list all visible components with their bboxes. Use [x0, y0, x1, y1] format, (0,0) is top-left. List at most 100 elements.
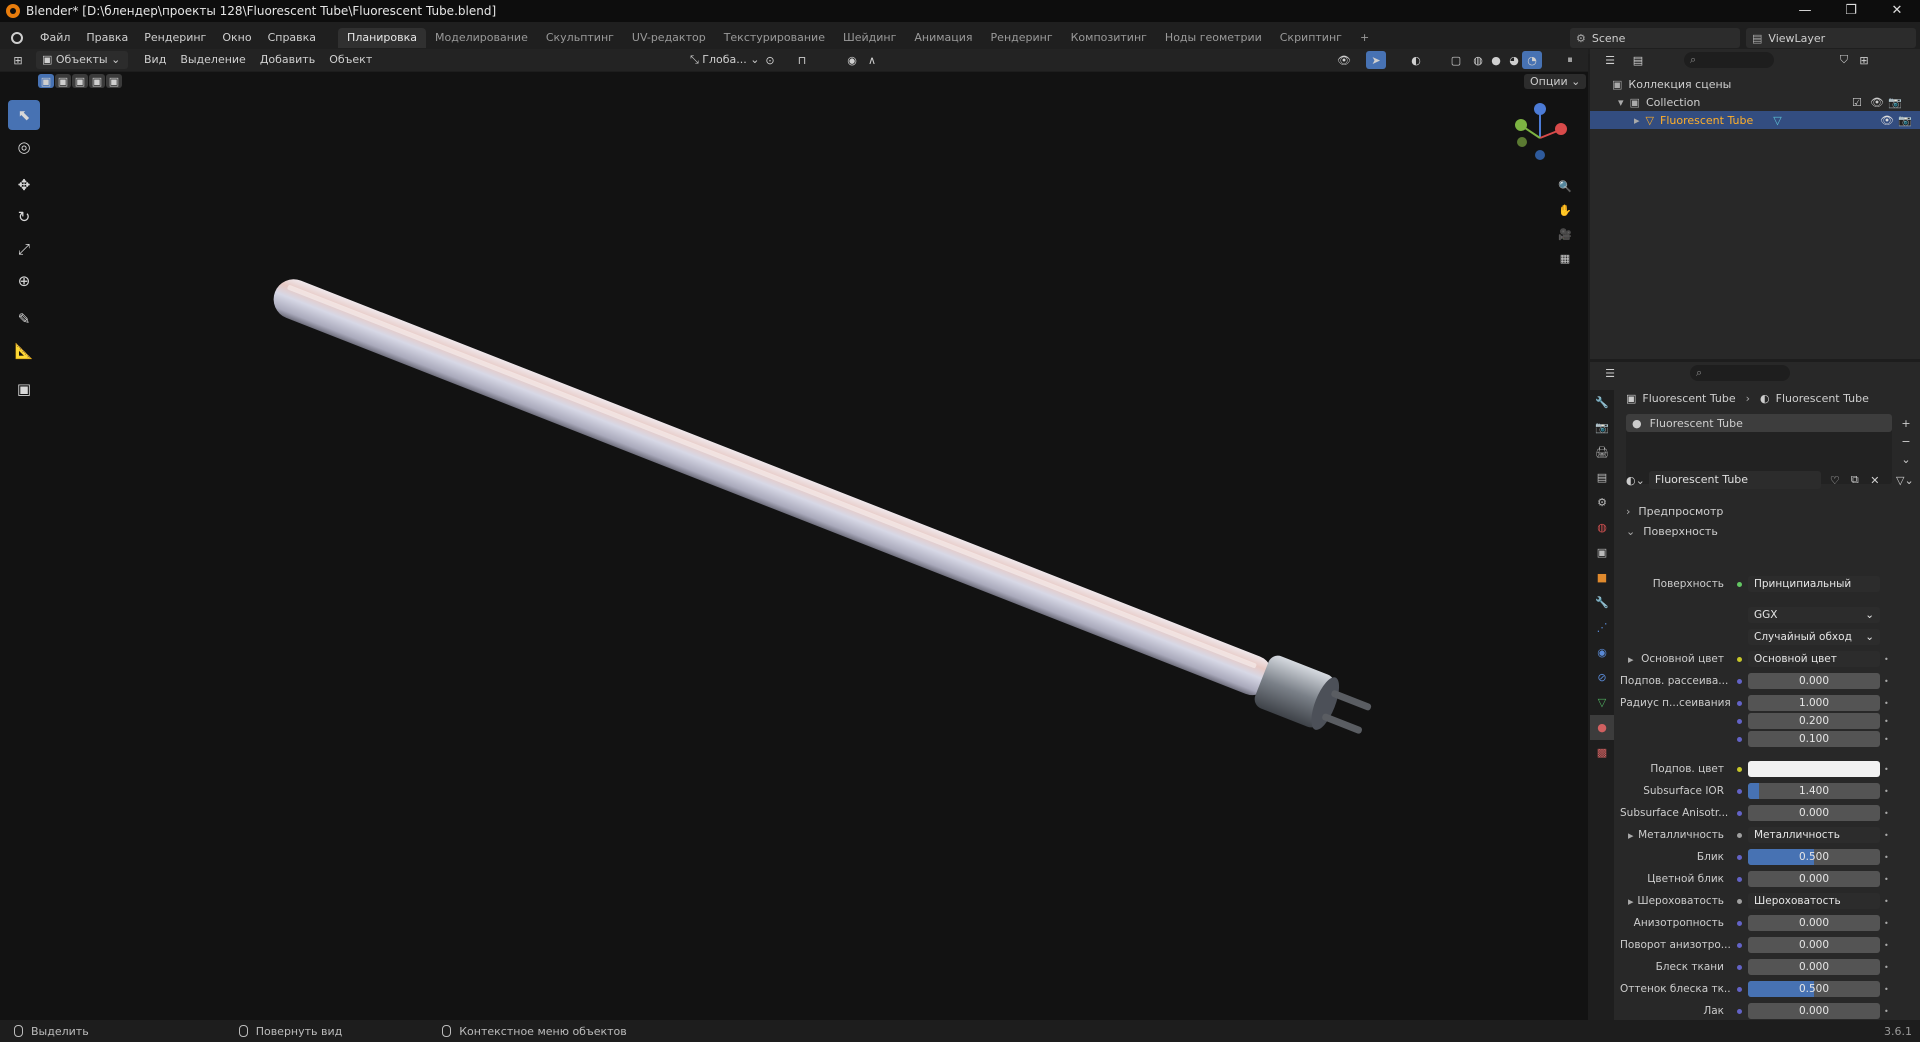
object-tab-icon[interactable]: ■: [1590, 565, 1614, 590]
mode-selector[interactable]: ▣ Объекты ⌄: [36, 51, 128, 69]
menu-render[interactable]: Рендеринг: [136, 29, 214, 47]
camera-view-icon[interactable]: 🎥: [1555, 225, 1575, 243]
output-tab-icon[interactable]: 🖨: [1590, 440, 1614, 465]
new-collection-icon[interactable]: ⊞: [1854, 51, 1874, 69]
pause-render-icon[interactable]: ⏸: [1560, 51, 1580, 69]
pan-hand-icon[interactable]: ✋: [1555, 201, 1575, 219]
breadcrumb-material[interactable]: Fluorescent Tube: [1776, 392, 1869, 405]
menu-view[interactable]: Вид: [138, 51, 172, 69]
navigation-gizmo[interactable]: [1510, 100, 1570, 170]
keyframe-dot-icon[interactable]: •: [1884, 717, 1892, 726]
value-slider[interactable]: 0.000: [1748, 937, 1880, 953]
keyframe-dot-icon[interactable]: •: [1884, 831, 1892, 840]
maximize-button[interactable]: ❐: [1828, 0, 1874, 22]
object-eye-icon[interactable]: 👁: [1880, 114, 1894, 127]
view-layer-selector[interactable]: ▤ ViewLayer: [1746, 28, 1916, 48]
value-slider[interactable]: 0.200: [1748, 713, 1880, 729]
breadcrumb-object[interactable]: Fluorescent Tube: [1642, 392, 1735, 405]
socket-icon[interactable]: [1734, 896, 1744, 906]
outliner-row-fluorescent-tube[interactable]: ▸ ▽ Fluorescent Tube ▽ 👁 📷: [1590, 111, 1920, 129]
tab-compositing[interactable]: Композитинг: [1062, 28, 1156, 48]
keyframe-dot-icon[interactable]: •: [1884, 919, 1892, 928]
add-cube-tool-icon[interactable]: ▣: [8, 374, 40, 404]
tab-layout[interactable]: Планировка: [338, 28, 427, 48]
socket-icon[interactable]: [1734, 874, 1744, 884]
keyframe-dot-icon[interactable]: •: [1884, 941, 1892, 950]
object-camera-icon[interactable]: 📷: [1898, 114, 1912, 127]
render-tab-icon[interactable]: 📷: [1590, 415, 1614, 440]
cursor-tool-icon[interactable]: ◎: [8, 132, 40, 162]
socket-icon[interactable]: [1734, 654, 1744, 664]
proportional-edit-icon[interactable]: ◉: [842, 51, 862, 69]
rotate-tool-icon[interactable]: ↻: [8, 202, 40, 232]
socket-icon[interactable]: [1734, 716, 1744, 726]
value-slider[interactable]: 0.000: [1748, 805, 1880, 821]
socket-icon[interactable]: [1734, 676, 1744, 686]
scene-selector[interactable]: ⚙ Scene: [1570, 28, 1740, 48]
keyframe-dot-icon[interactable]: •: [1884, 735, 1892, 744]
keyframe-dot-icon[interactable]: •: [1884, 765, 1892, 774]
duplicate-material-icon[interactable]: ⧉: [1845, 471, 1865, 489]
world-tab-icon[interactable]: ◍: [1590, 515, 1614, 540]
value-slider[interactable]: 0.000: [1748, 673, 1880, 689]
gizmo-z-icon[interactable]: [1534, 103, 1546, 115]
keyframe-dot-icon[interactable]: •: [1884, 1007, 1892, 1016]
fake-user-icon[interactable]: ♡: [1825, 471, 1845, 489]
transform-tool-icon[interactable]: ⊕: [8, 266, 40, 296]
value-slider[interactable]: 1.400: [1748, 783, 1880, 799]
remove-slot-icon[interactable]: −: [1896, 432, 1916, 450]
keyframe-dot-icon[interactable]: •: [1884, 809, 1892, 818]
keyframe-dot-icon[interactable]: •: [1884, 677, 1892, 686]
outliner-row-collection[interactable]: ▾ ▣ Collection ☑ 👁 📷: [1618, 93, 1920, 111]
transform-orientation-dropdown[interactable]: ⤡ Глоба... ⌄: [684, 51, 766, 69]
overlays-icon[interactable]: ◐: [1406, 51, 1426, 69]
snap-icon[interactable]: ⊓: [792, 51, 812, 69]
outliner-row-scene-collection[interactable]: ▣ Коллекция сцены: [1612, 75, 1731, 93]
menu-add[interactable]: Добавить: [254, 51, 321, 69]
keyframe-dot-icon[interactable]: •: [1884, 655, 1892, 664]
value-slider[interactable]: 0.000: [1748, 1003, 1880, 1019]
expand-link-icon[interactable]: ▸: [1628, 829, 1634, 842]
distribution-dropdown[interactable]: GGX ⌄: [1748, 607, 1880, 623]
properties-search-field[interactable]: ⌕: [1690, 365, 1790, 381]
material-slot-row[interactable]: ● Fluorescent Tube: [1626, 414, 1892, 432]
particles-tab-icon[interactable]: ⋰: [1590, 615, 1614, 640]
unlink-material-icon[interactable]: ✕: [1865, 471, 1885, 489]
value-slider[interactable]: 0.500: [1748, 981, 1880, 997]
tab-geometry-nodes[interactable]: Ноды геометрии: [1156, 28, 1271, 48]
color-swatch[interactable]: [1748, 761, 1880, 777]
modifier-tab-icon[interactable]: 🔧: [1590, 590, 1614, 615]
outliner-editor-icon[interactable]: ☰: [1600, 51, 1620, 69]
socket-icon[interactable]: [1734, 918, 1744, 928]
visibility-icon[interactable]: 👁: [1334, 51, 1354, 69]
keyframe-dot-icon[interactable]: •: [1884, 897, 1892, 906]
material-tab-icon[interactable]: ●: [1590, 715, 1614, 740]
gizmo-y-icon[interactable]: [1515, 119, 1527, 131]
scene-tab-icon[interactable]: ⚙: [1590, 490, 1614, 515]
shader-socket-icon[interactable]: [1734, 579, 1744, 589]
value-slider[interactable]: 0.000: [1748, 959, 1880, 975]
tab-sculpting[interactable]: Скульптинг: [537, 28, 623, 48]
move-tool-icon[interactable]: ✥: [8, 170, 40, 200]
camera-render-icon[interactable]: 📷: [1888, 96, 1902, 109]
socket-icon[interactable]: [1734, 734, 1744, 744]
falloff-icon[interactable]: ∧: [862, 51, 882, 69]
tab-uv-editing[interactable]: UV-редактор: [623, 28, 715, 48]
tab-texture-paint[interactable]: Текстурирование: [715, 28, 834, 48]
expand-link-icon[interactable]: ▸: [1628, 653, 1634, 666]
keyframe-dot-icon[interactable]: •: [1884, 985, 1892, 994]
wireframe-shading-icon[interactable]: ◍: [1468, 51, 1488, 69]
keyframe-dot-icon[interactable]: •: [1884, 875, 1892, 884]
constraints-tab-icon[interactable]: ⊘: [1590, 665, 1614, 690]
socket-icon[interactable]: [1734, 786, 1744, 796]
minimize-button[interactable]: —: [1782, 0, 1828, 22]
material-browse-icon[interactable]: ◐⌄: [1626, 474, 1645, 487]
socket-icon[interactable]: [1734, 1006, 1744, 1016]
collection-tab-icon[interactable]: ▣: [1590, 540, 1614, 565]
outliner-search-field[interactable]: ⌕: [1684, 52, 1774, 68]
expand-icon[interactable]: ▾: [1618, 96, 1624, 109]
zoom-icon[interactable]: 🔍: [1555, 177, 1575, 195]
rendered-shading-icon[interactable]: ◔: [1522, 51, 1542, 69]
mesh-data-icon[interactable]: ▽: [1773, 114, 1781, 127]
tab-animation[interactable]: Анимация: [905, 28, 981, 48]
